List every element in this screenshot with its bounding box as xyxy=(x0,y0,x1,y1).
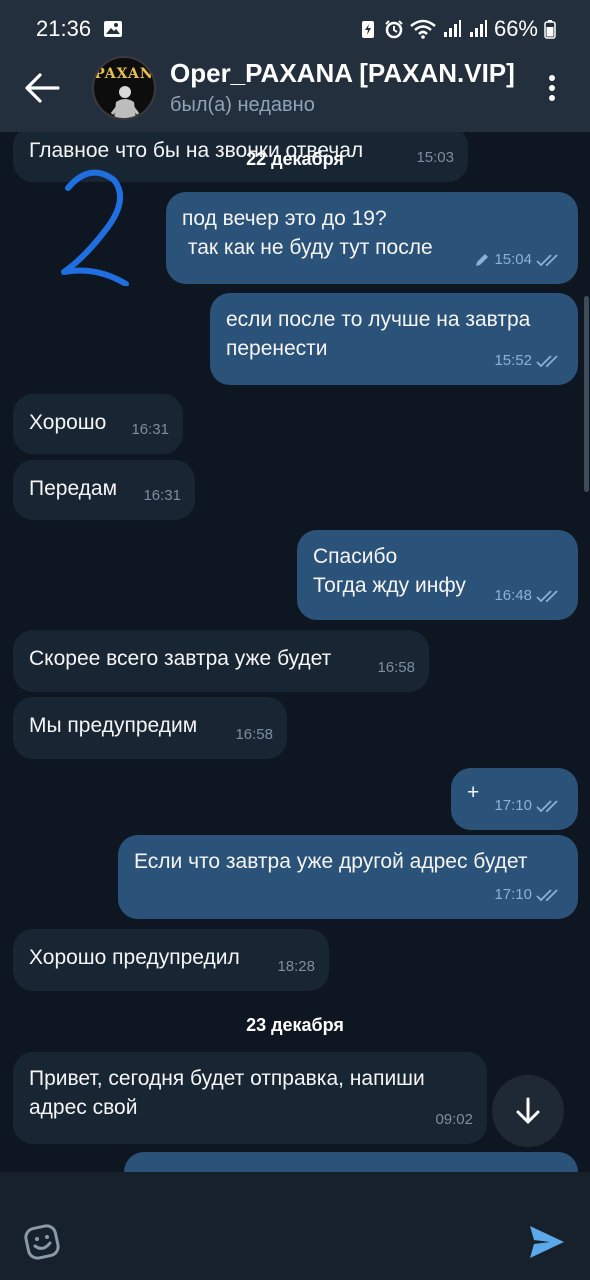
message-meta: 15:03 xyxy=(416,143,454,172)
message-time: 16:58 xyxy=(235,726,273,743)
message-bubble[interactable]: Мы предупредим 16:58 xyxy=(13,697,287,759)
message-bubble[interactable]: Если что завтра уже другой адрес будет 1… xyxy=(118,835,578,919)
message-time: 15:52 xyxy=(494,352,532,369)
avatar-figure-icon xyxy=(110,86,140,118)
wifi-icon xyxy=(410,19,436,39)
message-text: Привет, сегодня будет отправка, напиши а… xyxy=(29,1067,425,1119)
message-time: 15:03 xyxy=(416,149,454,166)
chat-status: был(а) недавно xyxy=(170,94,315,116)
battery-saver-icon xyxy=(361,21,374,38)
message-time: 17:10 xyxy=(494,797,532,814)
message-meta: 16:58 xyxy=(235,720,273,749)
chat-title[interactable]: Oper_PAXANA [PAXAN.VIP] xyxy=(170,58,515,89)
edited-pencil-icon xyxy=(476,253,489,266)
double-check-icon xyxy=(536,888,558,901)
message-text: Мы предупредим xyxy=(29,714,198,737)
send-icon[interactable] xyxy=(528,1224,566,1260)
signal-icon-2 xyxy=(469,20,487,37)
alarm-icon xyxy=(385,20,403,39)
message-meta: 15:52 xyxy=(494,346,564,375)
message-meta: 16:31 xyxy=(131,415,169,444)
battery-icon xyxy=(544,20,556,39)
message-text: Хорошо предупредил xyxy=(29,946,240,969)
handwritten-number-icon xyxy=(61,169,129,286)
sticker-emoji-icon[interactable] xyxy=(24,1224,60,1260)
message-text: Хорошо xyxy=(29,411,107,434)
message-text: Скорее всего завтра уже будет xyxy=(29,647,332,670)
message-bubble[interactable]: Скорее всего завтра уже будет 16:58 xyxy=(13,630,429,692)
message-meta: 18:28 xyxy=(277,952,315,981)
message-bubble[interactable]: если после то лучше на завтра перенести … xyxy=(210,293,578,385)
back-arrow-icon[interactable] xyxy=(24,72,60,104)
message-meta: 17:10 xyxy=(494,880,564,909)
message-meta: 16:31 xyxy=(143,481,181,510)
message-bubble[interactable]: Спасибо Тогда жду инфу 16:48 xyxy=(297,530,578,620)
more-vert-icon[interactable] xyxy=(540,72,564,104)
message-time: 18:28 xyxy=(277,958,315,975)
double-check-icon xyxy=(536,589,558,602)
message-text: Передам xyxy=(29,477,118,500)
message-meta: 16:58 xyxy=(377,653,415,682)
signal-icon xyxy=(443,20,461,37)
double-check-icon xyxy=(536,354,558,367)
message-list[interactable]: Главное что бы на звонки отвечал 15:03 2… xyxy=(0,132,590,1172)
date-separator: 22 декабря xyxy=(246,149,344,169)
message-meta: 09:02 xyxy=(435,1105,473,1134)
message-bubble[interactable]: под вечер это до 19? так как не буду тут… xyxy=(166,192,578,284)
message-time: 16:31 xyxy=(131,421,169,438)
message-time: 16:58 xyxy=(377,659,415,676)
scroll-down-button[interactable] xyxy=(492,1075,564,1147)
message-meta: 17:10 xyxy=(494,791,564,820)
message-bubble-partial[interactable] xyxy=(124,1152,578,1172)
message-time: 16:31 xyxy=(143,487,181,504)
message-bubble[interactable]: Хорошо 16:31 xyxy=(13,394,183,454)
message-text: Если что завтра уже другой адрес будет xyxy=(134,850,528,873)
date-separator: 23 декабря xyxy=(246,1015,344,1035)
message-bubble[interactable]: + 17:10 xyxy=(451,768,578,830)
double-check-icon xyxy=(536,799,558,812)
message-time: 16:48 xyxy=(494,587,532,604)
scrollbar[interactable] xyxy=(584,296,589,492)
chat-header: PAXAN Oper_PAXANA [PAXAN.VIP] был(а) нед… xyxy=(0,44,590,132)
message-text: под вечер это до 19? так как не буду тут… xyxy=(182,207,433,259)
double-check-icon xyxy=(536,253,558,266)
message-input-bar[interactable] xyxy=(0,1172,590,1280)
message-time: 09:02 xyxy=(435,1111,473,1128)
message-time: 17:10 xyxy=(494,886,532,903)
message-text: + xyxy=(467,781,480,804)
message-meta: 16:48 xyxy=(494,581,564,610)
avatar-logo-text: PAXAN xyxy=(94,66,154,82)
message-bubble[interactable]: Привет, сегодня будет отправка, напиши а… xyxy=(13,1052,487,1144)
message-text: Спасибо Тогда жду инфу xyxy=(313,545,466,597)
message-time: 15:04 xyxy=(494,251,532,268)
status-time: 21:36 xyxy=(36,16,92,41)
message-text: если после то лучше на завтра перенести xyxy=(226,308,531,360)
message-bubble[interactable]: Передам 16:31 xyxy=(13,460,195,520)
battery-percent: 66% xyxy=(493,16,538,41)
arrow-down-icon xyxy=(516,1097,540,1124)
avatar[interactable]: PAXAN xyxy=(92,56,156,120)
message-bubble[interactable]: Хорошо предупредил 18:28 xyxy=(13,929,329,991)
message-meta: 15:04 xyxy=(474,245,564,274)
gallery-icon xyxy=(104,21,123,37)
